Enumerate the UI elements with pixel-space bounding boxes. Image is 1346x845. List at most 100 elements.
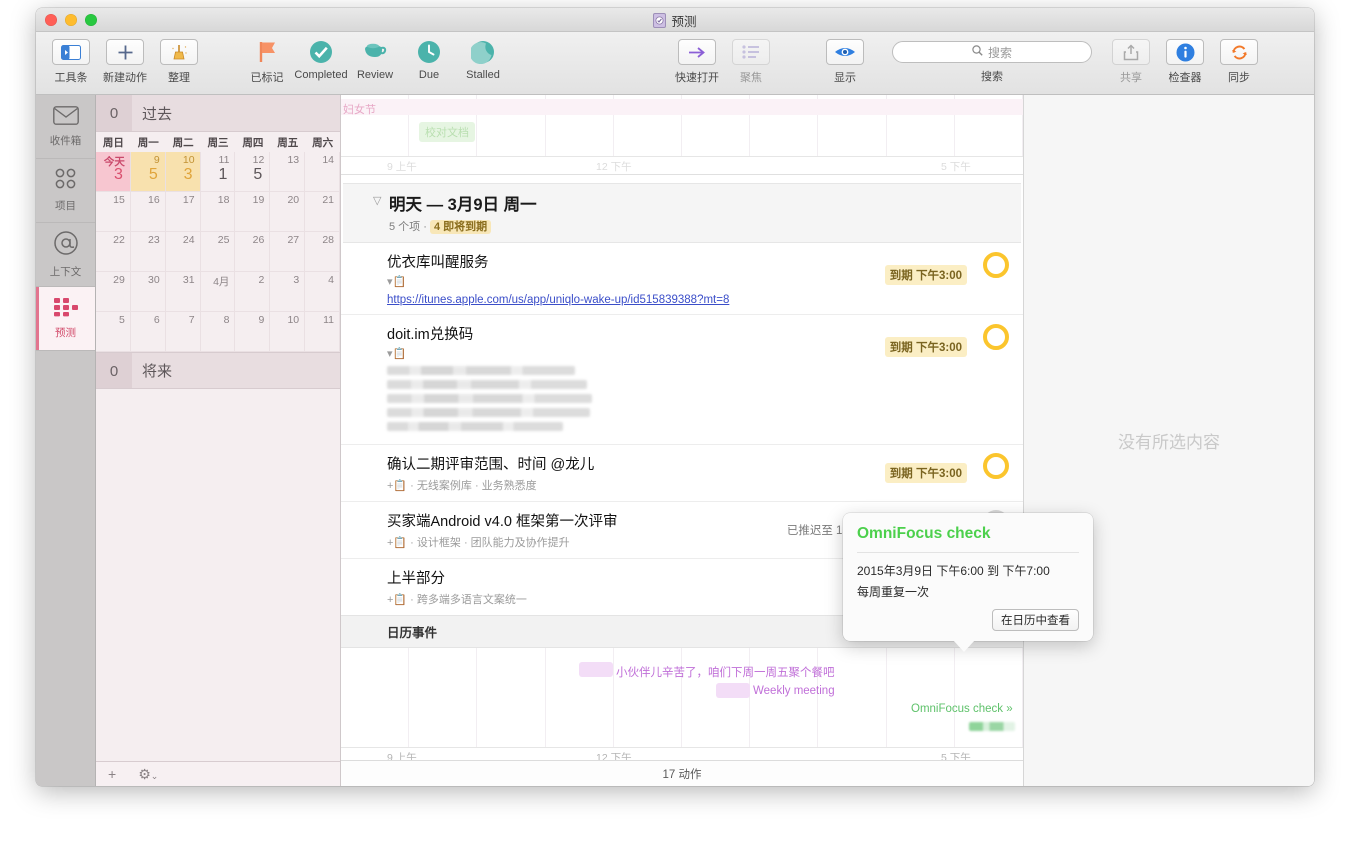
sidebar-group-future[interactable]: 0 将来: [96, 352, 340, 389]
toolbar-quick-open[interactable]: 快速打开: [670, 36, 724, 85]
calendar-event-label[interactable]: 小伙伴儿辛苦了，咱们下周一周五聚个餐吧: [616, 664, 835, 680]
calendar-day[interactable]: 18: [201, 192, 236, 232]
calendar-day[interactable]: 22: [96, 232, 131, 272]
list-icon[interactable]: [732, 39, 770, 65]
calendar-day[interactable]: 95: [131, 152, 166, 192]
toolbar-view[interactable]: 显示: [818, 36, 872, 85]
group-subtitle: 5 个项 · 4 即将到期: [389, 218, 1021, 234]
calendar-day[interactable]: 3: [270, 272, 305, 312]
toolbar-sync[interactable]: 同步: [1212, 36, 1266, 85]
calendar-day[interactable]: 8: [201, 312, 236, 352]
calendar-event-block[interactable]: [716, 683, 750, 698]
calendar-day[interactable]: 4月: [201, 272, 236, 312]
share-icon[interactable]: [1112, 39, 1150, 65]
search-input[interactable]: 搜索: [892, 41, 1092, 63]
sidebar-toggle-icon[interactable]: [52, 39, 90, 65]
calendar-day[interactable]: 19: [235, 192, 270, 232]
eye-icon[interactable]: [826, 39, 864, 65]
flag-icon[interactable]: [248, 39, 286, 65]
calendar-day[interactable]: 4: [305, 272, 340, 312]
perspective-review[interactable]: Review: [348, 36, 402, 81]
calendar-day[interactable]: 29: [96, 272, 131, 312]
timeline-hour-row: 9 上午 12 下午 5 下午: [341, 156, 1023, 174]
task-note-link[interactable]: https://itunes.apple.com/us/app/uniqlo-w…: [387, 294, 1023, 306]
calendar-day[interactable]: 17: [166, 192, 201, 232]
toolbar-inspector[interactable]: 检查器: [1158, 36, 1212, 85]
calendar-day[interactable]: 103: [166, 152, 201, 192]
calendar-day[interactable]: 30: [131, 272, 166, 312]
search-icon: [972, 45, 983, 59]
toolbar-focus[interactable]: 聚焦: [724, 36, 778, 85]
perspective-due[interactable]: Due: [402, 36, 456, 81]
calendar-day[interactable]: 今天3: [96, 152, 131, 192]
calendar-day[interactable]: 20: [270, 192, 305, 232]
info-icon[interactable]: [1166, 39, 1204, 65]
check-circle-icon[interactable]: [302, 39, 340, 65]
calendar-day[interactable]: 24: [166, 232, 201, 272]
disclosure-triangle-icon[interactable]: ▽: [373, 194, 381, 207]
past-title: 过去: [132, 103, 172, 124]
calendar-event-label[interactable]: OmniFocus check »: [911, 703, 1013, 715]
task-complete-circle[interactable]: [983, 252, 1009, 278]
perspective-flagged[interactable]: 已标记: [240, 36, 294, 85]
calendar-day[interactable]: 111: [201, 152, 236, 192]
calendar-day[interactable]: 25: [201, 232, 236, 272]
task-complete-circle[interactable]: [983, 453, 1009, 479]
clock-icon[interactable]: [410, 39, 448, 65]
sidebar-group-past[interactable]: 0 过去: [96, 95, 340, 132]
perspective-stalled[interactable]: Stalled: [456, 36, 510, 81]
toolbar-share[interactable]: 共享: [1104, 36, 1158, 85]
calendar-day[interactable]: 27: [270, 232, 305, 272]
perspective-completed[interactable]: Completed: [294, 36, 348, 81]
calendar-day[interactable]: 14: [305, 152, 340, 192]
calendar-day[interactable]: 125: [235, 152, 270, 192]
arrow-right-icon[interactable]: [678, 39, 716, 65]
sync-icon[interactable]: [1220, 39, 1258, 65]
gear-icon[interactable]: ⚙⌄: [138, 766, 158, 783]
window-body: 收件箱 项目: [36, 95, 1314, 786]
calendar-day[interactable]: 9: [235, 312, 270, 352]
calendar-day[interactable]: 26: [235, 232, 270, 272]
weekday-label: 周五: [270, 135, 305, 150]
calendar-week-row: 15 16 17 18 19 20 21: [96, 192, 340, 232]
task-row[interactable]: 优衣库叫醒服务 ▾📋 https://itunes.apple.com/us/a…: [341, 243, 1023, 315]
calendar-day[interactable]: 21: [305, 192, 340, 232]
calendar-day[interactable]: 23: [131, 232, 166, 272]
calendar-day[interactable]: 5: [96, 312, 131, 352]
plus-icon[interactable]: +: [108, 766, 116, 782]
calendar-event-label[interactable]: Weekly meeting: [753, 685, 835, 697]
calendar-event-chip[interactable]: 校对文档: [419, 122, 475, 142]
calendar-event-block[interactable]: [579, 662, 613, 677]
toolbar-new-action[interactable]: 新建动作: [98, 36, 152, 85]
toolbar-cleanup[interactable]: 整理: [152, 36, 206, 85]
calendar-day[interactable]: 16: [131, 192, 166, 232]
calendar-day[interactable]: 11: [305, 312, 340, 352]
moon-icon[interactable]: [464, 39, 502, 65]
calendar-day[interactable]: 10: [270, 312, 305, 352]
plus-icon[interactable]: [106, 39, 144, 65]
task-complete-circle[interactable]: [983, 324, 1009, 350]
group-header-tomorrow[interactable]: ▽ 明天 — 3月9日 周一 5 个项 · 4 即将到期: [343, 183, 1021, 243]
task-row[interactable]: 确认二期评审范围、时间 @龙儿 +📋 · 无线案例库 · 业务熟悉度 到期 下午…: [341, 445, 1023, 502]
sidebar-item-contexts[interactable]: 上下文: [36, 223, 95, 287]
teapot-icon[interactable]: [356, 39, 394, 65]
calendar-week-row: 今天3 95 103 111 125 13 14: [96, 152, 340, 192]
sidebar-item-forecast[interactable]: 预测: [36, 287, 95, 351]
show-in-calendar-button[interactable]: 在日历中查看: [992, 609, 1079, 631]
calendar-day[interactable]: 2: [235, 272, 270, 312]
sidebar-item-inbox[interactable]: 收件箱: [36, 95, 95, 159]
rail-filler: [36, 351, 95, 786]
calendar-day[interactable]: 7: [166, 312, 201, 352]
toolbar-sidebar-toggle[interactable]: 工具条: [44, 36, 98, 85]
inbox-icon: [53, 106, 79, 130]
sidebar-item-label: 项目: [55, 198, 76, 213]
broom-icon[interactable]: [160, 39, 198, 65]
task-row[interactable]: doit.im兑换码 ▾📋 到期 下午3:00: [341, 315, 1023, 445]
calendar-day[interactable]: 15: [96, 192, 131, 232]
calendar-day[interactable]: 13: [270, 152, 305, 192]
future-title: 将来: [132, 360, 172, 381]
calendar-day[interactable]: 31: [166, 272, 201, 312]
sidebar-item-projects[interactable]: 项目: [36, 159, 95, 223]
calendar-day[interactable]: 6: [131, 312, 166, 352]
calendar-day[interactable]: 28: [305, 232, 340, 272]
